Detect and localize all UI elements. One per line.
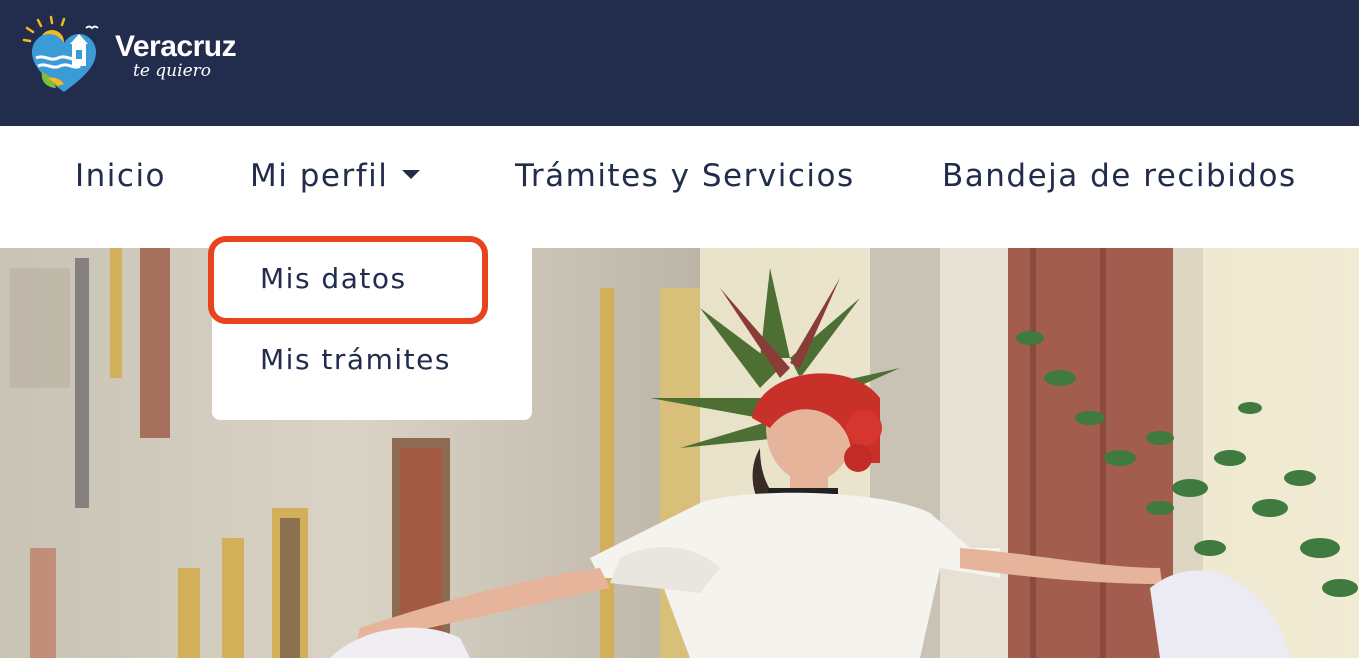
nav-item-bandeja-recibidos[interactable]: Bandeja de recibidos [942, 158, 1297, 194]
caret-down-icon [402, 170, 421, 179]
main-nav: Inicio Mi perfil Trámites y Servicios Ba… [0, 126, 1359, 248]
logo-text: Veracruz te quiero [115, 30, 237, 81]
nav-item-mi-perfil[interactable]: Mi perfil [250, 158, 421, 194]
hero-photo-illustration [0, 248, 1359, 658]
logo-tagline: te quiero [133, 61, 211, 81]
veracruz-heart-logo-icon [22, 15, 99, 92]
nav-item-label: Bandeja de recibidos [942, 158, 1297, 194]
nav-item-inicio[interactable]: Inicio [75, 158, 166, 194]
site-logo[interactable]: Veracruz te quiero [18, 14, 258, 96]
nav-item-label: Mi perfil [250, 158, 389, 194]
hero-image [0, 248, 1359, 658]
nav-item-label: Inicio [75, 158, 167, 194]
site-header: Veracruz te quiero [0, 0, 1359, 126]
menu-item-mis-tramites[interactable]: Mis trámites [260, 343, 451, 376]
highlight-outline [208, 236, 488, 324]
nav-item-tramites-servicios[interactable]: Trámites y Servicios [515, 158, 855, 194]
nav-item-label: Trámites y Servicios [515, 158, 855, 194]
logo-name: Veracruz [115, 30, 237, 63]
